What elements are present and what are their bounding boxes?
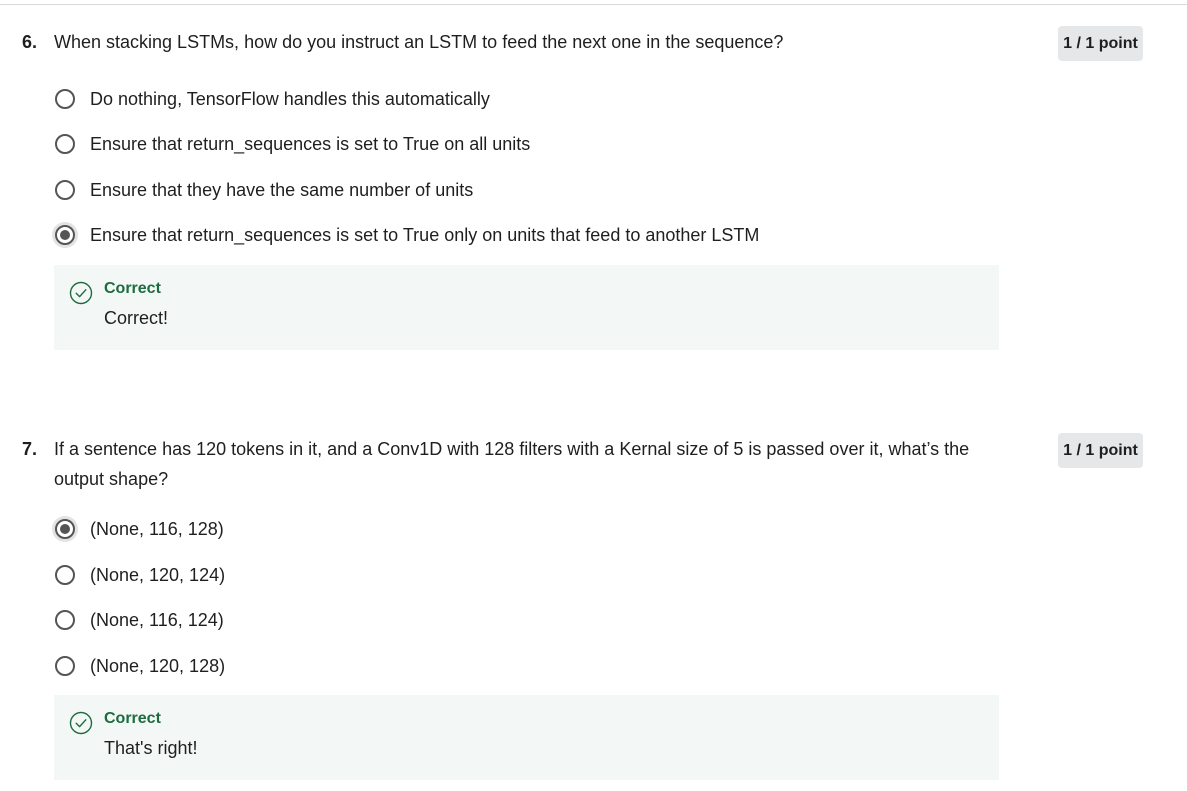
answer-option[interactable]: (None, 116, 124) (52, 605, 224, 635)
answer-option[interactable]: Ensure that return_sequences is set to T… (52, 129, 530, 159)
radio-icon[interactable] (52, 86, 78, 112)
option-label: Ensure that return_sequences is set to T… (90, 133, 531, 154)
question-number: 6. (22, 32, 38, 52)
feedback-title: Correct (104, 710, 161, 727)
feedback-title: Correct (104, 280, 161, 297)
radio-checked-icon[interactable] (52, 516, 78, 542)
answer-option[interactable]: Do nothing, TensorFlow handles this auto… (52, 84, 490, 114)
answer-option[interactable]: Ensure that they have the same number of… (52, 175, 473, 205)
question-text: If a sentence has 120 tokens in it, and … (54, 439, 970, 489)
option-label: Do nothing, TensorFlow handles this auto… (90, 88, 490, 109)
points-badge: 1 / 1 point (1058, 26, 1143, 61)
option-label: (None, 120, 124) (90, 564, 226, 585)
radio-icon[interactable] (52, 131, 78, 157)
radio-checked-icon[interactable] (52, 222, 78, 248)
check-circle-icon (69, 281, 93, 305)
feedback-text: That's right! (104, 738, 198, 758)
radio-icon[interactable] (52, 607, 78, 633)
option-label: (None, 116, 128) (90, 518, 224, 539)
answer-option[interactable]: (None, 120, 128) (52, 651, 225, 681)
question-number: 7. (22, 439, 38, 459)
feedback-text: Correct! (104, 308, 169, 328)
feedback-box: Correct That's right! (54, 695, 999, 780)
option-label: Ensure that they have the same number of… (90, 179, 474, 200)
radio-icon[interactable] (52, 562, 78, 588)
top-divider (0, 4, 1187, 5)
answer-option[interactable]: (None, 120, 124) (52, 560, 225, 590)
points-badge: 1 / 1 point (1058, 433, 1143, 468)
option-label: Ensure that return_sequences is set to T… (90, 224, 760, 245)
check-circle-icon (69, 711, 93, 735)
feedback-box: Correct Correct! (54, 265, 999, 350)
radio-icon[interactable] (52, 177, 78, 203)
radio-icon[interactable] (52, 653, 78, 679)
question-text: When stacking LSTMs, how do you instruct… (54, 32, 784, 52)
answer-option-selected[interactable]: (None, 116, 128) (52, 514, 224, 544)
option-label: (None, 116, 124) (90, 609, 224, 630)
option-label: (None, 120, 128) (90, 655, 226, 676)
answer-option-selected[interactable]: Ensure that return_sequences is set to T… (52, 220, 759, 250)
